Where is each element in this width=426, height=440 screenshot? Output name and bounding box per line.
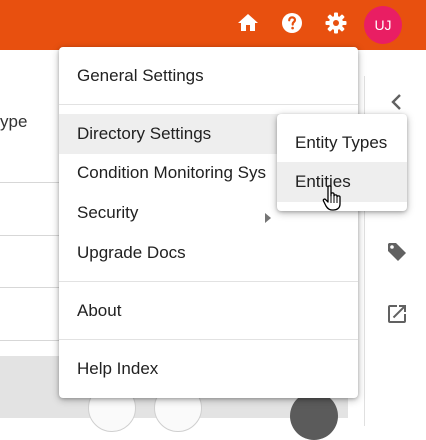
menu-divider — [59, 339, 358, 340]
menu-item-general-settings[interactable]: General Settings — [59, 56, 358, 96]
menu-divider — [59, 281, 358, 282]
submenu-arrow-icon — [265, 213, 271, 223]
open-in-new-icon[interactable] — [385, 302, 409, 326]
home-icon[interactable] — [236, 11, 260, 35]
menu-divider — [59, 104, 358, 105]
settings-menu: General Settings Directory Settings Cond… — [59, 47, 358, 398]
menu-item-about[interactable]: About — [59, 291, 358, 331]
table-row-divider — [0, 287, 60, 288]
user-avatar[interactable]: UJ — [364, 6, 402, 44]
hand-cursor-icon — [322, 185, 341, 211]
dark-circle-button[interactable] — [290, 392, 338, 440]
table-row-divider — [0, 235, 60, 236]
tag-icon[interactable] — [385, 240, 409, 264]
table-row-divider — [0, 340, 60, 341]
table-column-header: ype — [0, 112, 28, 131]
chevron-left-icon[interactable] — [385, 90, 409, 114]
app-header-bar: UJ — [0, 0, 426, 50]
submenu-item-entity-types[interactable]: Entity Types — [277, 123, 407, 163]
gear-icon[interactable] — [324, 11, 348, 35]
menu-item-upgrade-docs[interactable]: Upgrade Docs — [59, 233, 358, 273]
menu-item-help-index[interactable]: Help Index — [59, 349, 358, 389]
table-row-divider — [0, 182, 60, 183]
help-icon[interactable] — [280, 11, 304, 35]
